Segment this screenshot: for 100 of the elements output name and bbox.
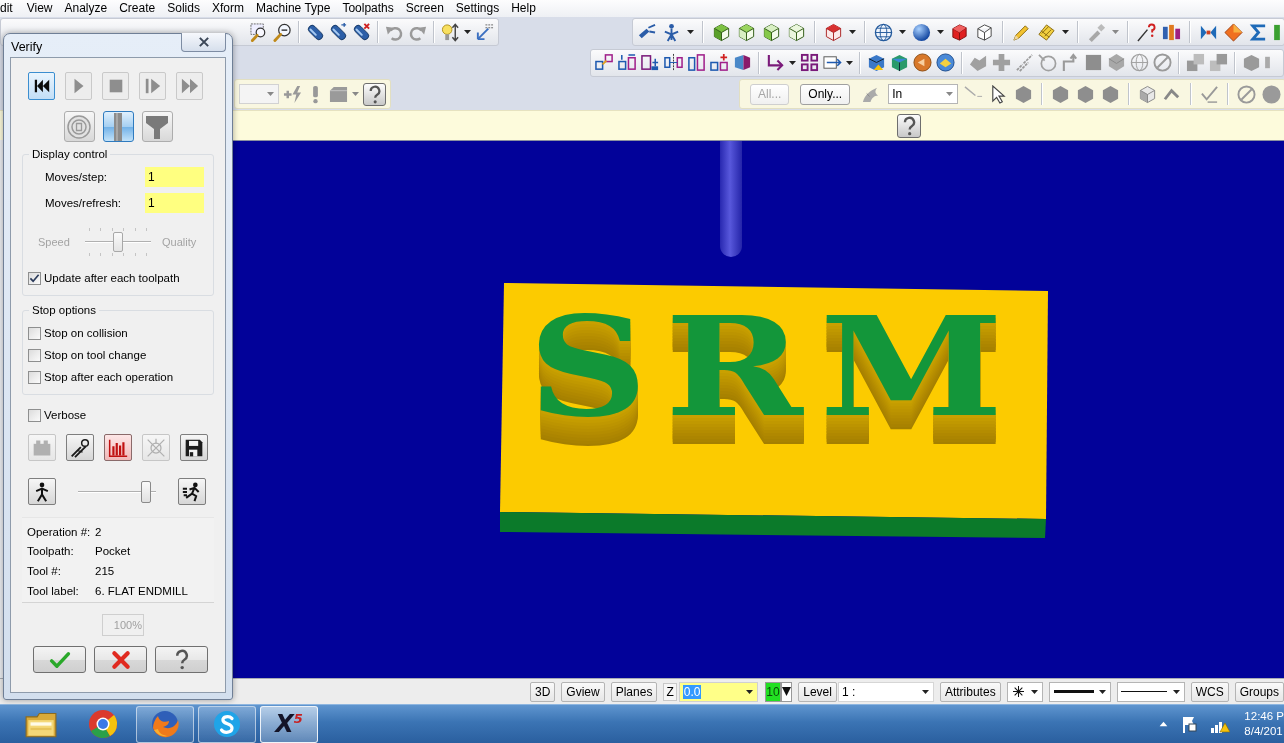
figure-icon[interactable] xyxy=(662,22,681,42)
fast-forward-icon[interactable] xyxy=(180,77,199,95)
wireframe-cube-icon[interactable] xyxy=(975,22,994,42)
bar-icon[interactable] xyxy=(113,112,123,141)
checkbox[interactable] xyxy=(28,348,41,362)
step-forward-icon[interactable] xyxy=(143,77,162,95)
no-entry-icon[interactable] xyxy=(1237,84,1257,104)
stop-button[interactable] xyxy=(102,72,129,100)
line-width-combobox[interactable] xyxy=(1116,681,1185,702)
fox-globe-icon[interactable] xyxy=(150,709,180,739)
help-button[interactable] xyxy=(155,646,208,674)
help-icon[interactable] xyxy=(173,649,190,671)
mirror-icon[interactable] xyxy=(664,53,683,72)
sigma-icon[interactable] xyxy=(1249,22,1268,42)
prism-icon[interactable] xyxy=(733,53,752,72)
number-field[interactable]: 1 xyxy=(145,193,204,213)
globe-icon[interactable] xyxy=(874,22,893,42)
no-entry-icon[interactable] xyxy=(1153,53,1172,72)
diagonal-arrow-icon[interactable] xyxy=(475,22,494,42)
level-combobox[interactable]: 1 : xyxy=(837,681,934,702)
caret-icon[interactable] xyxy=(1030,689,1038,694)
menu-item[interactable]: Machine Type xyxy=(249,1,337,16)
hexagon-icon[interactable] xyxy=(1014,84,1034,104)
checkbox[interactable] xyxy=(28,370,41,384)
cross-icon[interactable] xyxy=(110,649,131,670)
columns-icon[interactable] xyxy=(687,53,706,72)
menu-item[interactable]: Solids xyxy=(161,1,206,16)
ok-button[interactable] xyxy=(33,646,86,674)
caret-icon[interactable] xyxy=(921,689,929,694)
caret-icon[interactable] xyxy=(464,30,471,34)
pencil-icon[interactable] xyxy=(1012,22,1031,42)
block-icon[interactable] xyxy=(890,53,909,72)
cancel-button[interactable] xyxy=(94,646,147,674)
taskbar-app-button[interactable] xyxy=(136,705,194,743)
cube-icon[interactable] xyxy=(762,22,781,42)
menu-item[interactable]: Create xyxy=(113,1,162,16)
cube-icon[interactable] xyxy=(787,22,806,42)
step-arrow-icon[interactable] xyxy=(1061,53,1080,72)
planes-button[interactable]: Planes xyxy=(610,681,658,702)
caret-icon[interactable] xyxy=(1062,30,1069,34)
cube-icon[interactable] xyxy=(737,22,756,42)
cube-icon[interactable] xyxy=(1138,84,1158,104)
checkbox[interactable] xyxy=(28,326,41,340)
line-style-combobox[interactable] xyxy=(1048,681,1111,702)
mask-mode-combobox[interactable]: In xyxy=(888,84,959,104)
attributes-button[interactable]: Attributes xyxy=(939,681,1001,702)
sphere-icon[interactable] xyxy=(912,22,931,42)
check-icon[interactable] xyxy=(1200,84,1220,104)
circle-icon[interactable] xyxy=(1262,84,1282,104)
disc-icon[interactable] xyxy=(936,53,955,72)
check-icon[interactable] xyxy=(48,649,71,670)
caret-icon[interactable] xyxy=(1172,689,1180,694)
3d-button[interactable]: 3D xyxy=(530,681,556,702)
hatch-icon[interactable] xyxy=(1037,22,1056,42)
s-logo-icon[interactable] xyxy=(212,709,242,739)
rewind-button[interactable] xyxy=(28,72,55,100)
hexagon-icon[interactable] xyxy=(1107,53,1126,72)
caret-icon[interactable] xyxy=(937,30,944,34)
caret-icon[interactable] xyxy=(846,60,853,65)
menu-item[interactable]: Help xyxy=(505,1,542,16)
display-mode-button[interactable] xyxy=(102,111,134,142)
solid-block-icon[interactable] xyxy=(950,22,969,42)
dropdown-field[interactable] xyxy=(239,84,279,104)
plus-bolt-icon[interactable] xyxy=(283,84,302,104)
caret-icon[interactable] xyxy=(849,30,856,34)
square-icon[interactable] xyxy=(1084,53,1103,72)
caret-icon[interactable] xyxy=(687,30,694,34)
circular-logo-icon[interactable] xyxy=(88,709,118,739)
arrow-box-icon[interactable] xyxy=(823,53,842,72)
grid-icon[interactable] xyxy=(800,53,819,72)
disc-icon[interactable] xyxy=(913,53,932,72)
skip-back-icon[interactable] xyxy=(32,77,51,95)
point-style-combobox[interactable] xyxy=(1006,681,1043,702)
up-arrow-icon[interactable] xyxy=(1159,721,1169,727)
level-button[interactable]: Level xyxy=(798,681,837,702)
square-icon[interactable] xyxy=(1274,22,1280,42)
cube-icon[interactable] xyxy=(824,22,843,42)
menu-item[interactable]: Xform xyxy=(205,1,250,16)
slider-thumb[interactable] xyxy=(141,480,152,503)
diamond-icon[interactable] xyxy=(1224,22,1243,42)
caret-icon[interactable] xyxy=(782,687,792,696)
color-dropdown-button[interactable] xyxy=(781,681,793,702)
fast-forward-button[interactable] xyxy=(176,72,203,100)
menu-item[interactable]: dit xyxy=(0,1,21,16)
hexagon-icon[interactable] xyxy=(1101,84,1121,104)
wcs-button[interactable]: WCS xyxy=(1190,681,1229,702)
capsule-icon[interactable] xyxy=(329,22,348,42)
taskbar-app-button[interactable] xyxy=(198,705,256,743)
menu-item[interactable]: Analyze xyxy=(58,1,114,16)
simulation-speed-slider[interactable] xyxy=(78,479,156,504)
caret-icon[interactable] xyxy=(745,689,753,694)
number-field[interactable]: 1 xyxy=(145,167,204,187)
menu-item[interactable]: Settings xyxy=(449,1,506,16)
light-bulb-icon[interactable] xyxy=(441,22,460,42)
dashed-lines-icon[interactable] xyxy=(1015,53,1034,72)
caret-icon[interactable] xyxy=(1098,689,1106,694)
line-help-icon[interactable] xyxy=(1137,22,1156,42)
close-button[interactable] xyxy=(181,33,226,52)
capsule-icon[interactable] xyxy=(352,22,371,42)
box-icon[interactable] xyxy=(329,84,348,104)
